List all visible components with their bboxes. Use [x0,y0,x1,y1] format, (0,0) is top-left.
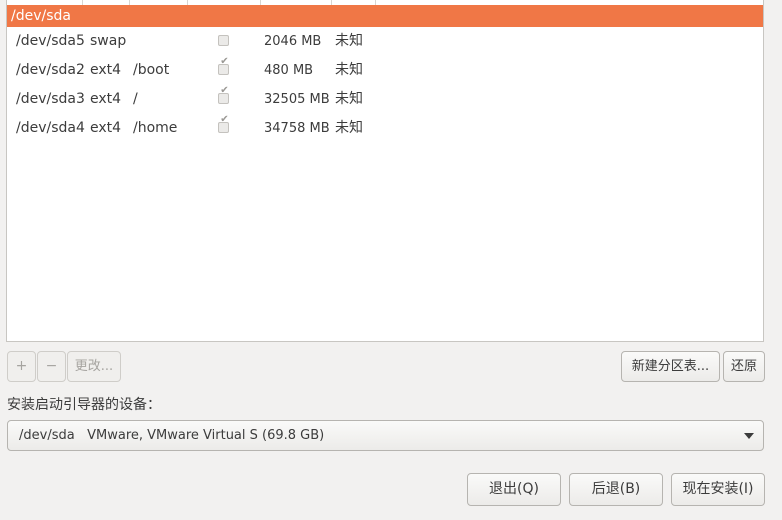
change-partition-button[interactable]: 更改... [67,351,121,382]
format-checkbox[interactable] [218,35,229,46]
partition-type: ext4 [90,120,122,136]
partition-table: /dev/sda /dev/sda5 swap 2046 MB 未知 /dev/… [6,0,764,342]
format-checkbox[interactable]: ✔ [218,56,229,75]
new-partition-table-button[interactable]: 新建分区表... [621,351,720,382]
partition-used: 未知 [335,91,363,107]
partition-mount: /boot [133,62,170,78]
add-partition-button[interactable]: + [7,351,36,382]
partition-type: swap [90,33,127,49]
bootloader-device-select[interactable]: /dev/sda VMware, VMware Virtual S (69.8 … [7,420,764,451]
partition-size: 34758 MB [264,121,330,136]
partition-used: 未知 [335,120,363,136]
partition-device: /dev/sda3 [16,91,85,107]
check-icon: ✔ [220,114,229,125]
partition-type: ext4 [90,62,122,78]
partition-mount: / [133,91,138,107]
back-button[interactable]: 后退(B) [569,473,663,506]
format-checkbox[interactable]: ✔ [218,114,229,133]
partition-row[interactable]: /dev/sda2 ext4 /boot ✔ 480 MB 未知 [7,56,763,85]
partition-row[interactable]: /dev/sda4 ext4 /home ✔ 34758 MB 未知 [7,114,763,143]
partition-device: /dev/sda2 [16,62,85,78]
bootloader-label: 安装启动引导器的设备： [7,397,161,413]
partition-size: 32505 MB [264,92,330,107]
device-row-selected[interactable]: /dev/sda [7,5,763,27]
partition-size: 480 MB [264,63,314,78]
partition-row[interactable]: /dev/sda3 ext4 / ✔ 32505 MB 未知 [7,85,763,114]
partition-device: /dev/sda4 [16,120,85,136]
format-checkbox[interactable]: ✔ [218,85,229,104]
remove-partition-button[interactable]: − [37,351,66,382]
device-label: /dev/sda [11,8,71,24]
bootloader-selected-value: /dev/sda VMware, VMware Virtual S (69.8 … [19,428,325,443]
partition-used: 未知 [335,33,363,49]
check-icon: ✔ [220,56,229,67]
partition-mount: /home [133,120,178,136]
install-now-button[interactable]: 现在安装(I) [671,473,765,506]
partition-row[interactable]: /dev/sda5 swap 2046 MB 未知 [7,27,763,56]
check-icon: ✔ [220,85,229,96]
partition-size: 2046 MB [264,34,322,49]
quit-button[interactable]: 退出(Q) [467,473,561,506]
dropdown-arrow-icon [744,433,754,439]
partition-type: ext4 [90,91,122,107]
partition-device: /dev/sda5 [16,33,85,49]
revert-button[interactable]: 还原 [723,351,765,382]
partition-used: 未知 [335,62,363,78]
